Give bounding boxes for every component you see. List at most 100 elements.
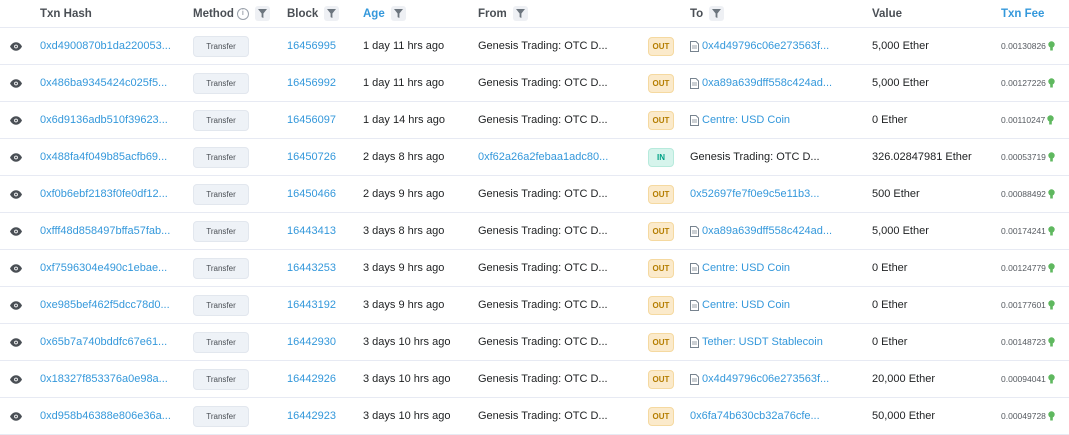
header-txn-fee-label[interactable]: Txn Fee	[1001, 8, 1044, 20]
info-icon[interactable]: i	[236, 7, 249, 20]
filter-icon[interactable]	[512, 6, 528, 21]
txn-fee-cell: 0.00094041	[1001, 361, 1067, 397]
from-address: Genesis Trading: OTC D...	[478, 336, 608, 348]
method-badge: Transfer	[193, 331, 249, 353]
value-text: 500 Ether	[872, 188, 920, 200]
value-text: 0 Ether	[872, 336, 908, 348]
contract-icon	[690, 77, 699, 89]
age-text: 2 days 8 hrs ago	[363, 151, 445, 163]
txn-hash-link[interactable]: 0x18327f853376a0e98a...	[40, 373, 168, 385]
header-age-label[interactable]: Age	[363, 8, 385, 20]
block-link[interactable]: 16456992	[287, 77, 336, 89]
block-link[interactable]: 16442926	[287, 373, 336, 385]
lightbulb-icon	[1048, 374, 1055, 384]
eye-icon[interactable]	[6, 333, 26, 351]
direction-cell: OUT	[643, 361, 679, 397]
txn-hash-cell: 0xfff48d858497bffa57fab...	[40, 213, 180, 249]
age-cell: 1 day 11 hrs ago	[363, 65, 473, 101]
age-text: 3 days 9 hrs ago	[363, 299, 445, 311]
txn-hash-link[interactable]: 0xd4900870b1da220053...	[40, 40, 171, 52]
eye-cell	[4, 250, 28, 286]
block-link[interactable]: 16456097	[287, 114, 336, 126]
block-link[interactable]: 16443413	[287, 225, 336, 237]
eye-icon[interactable]	[6, 111, 26, 129]
to-address[interactable]: 0x4d49796c06e273563f...	[702, 373, 829, 385]
direction-badge: OUT	[648, 73, 674, 93]
block-link[interactable]: 16442930	[287, 336, 336, 348]
from-address: Genesis Trading: OTC D...	[478, 410, 608, 422]
filter-icon[interactable]	[254, 6, 270, 21]
to-address[interactable]: 0xa89a639dff558c424ad...	[702, 77, 832, 89]
to-address[interactable]: Centre: USD Coin	[702, 114, 790, 126]
value-text: 50,000 Ether	[872, 410, 935, 422]
txn-hash-link[interactable]: 0xe985bef462f5dcc78d0...	[40, 299, 170, 311]
direction-badge: OUT	[648, 406, 674, 426]
txn-hash-link[interactable]: 0x6d9136adb510f39623...	[40, 114, 168, 126]
direction-cell: OUT	[643, 102, 679, 138]
filter-icon[interactable]	[390, 6, 406, 21]
to-address[interactable]: 0x52697fe7f0e9c5e11b3...	[690, 188, 819, 200]
to-address[interactable]: 0xa89a639dff558c424ad...	[702, 225, 832, 237]
eye-icon[interactable]	[6, 407, 26, 425]
eye-icon[interactable]	[6, 222, 26, 240]
block-link[interactable]: 16450466	[287, 188, 336, 200]
txn-hash-link[interactable]: 0xd958b46388e806e36a...	[40, 410, 171, 422]
from-cell: Genesis Trading: OTC D...	[478, 102, 618, 138]
eye-cell	[4, 361, 28, 397]
to-address[interactable]: Centre: USD Coin	[702, 299, 790, 311]
age-cell: 2 days 8 hrs ago	[363, 139, 473, 175]
filter-icon[interactable]	[709, 6, 725, 21]
method-cell: Transfer	[193, 398, 273, 434]
eye-icon[interactable]	[6, 296, 26, 314]
age-cell: 3 days 10 hrs ago	[363, 324, 473, 360]
eye-icon[interactable]	[6, 259, 26, 277]
from-address: Genesis Trading: OTC D...	[478, 77, 608, 89]
from-cell: Genesis Trading: OTC D...	[478, 250, 618, 286]
table-row: 0x6d9136adb510f39623... Transfer 16456097 1…	[0, 102, 1069, 139]
age-cell: 3 days 9 hrs ago	[363, 250, 473, 286]
block-link[interactable]: 16442923	[287, 410, 336, 422]
method-badge: Transfer	[193, 257, 249, 279]
block-link[interactable]: 16450726	[287, 151, 336, 163]
to-address[interactable]: Tether: USDT Stablecoin	[702, 336, 823, 348]
txn-hash-link[interactable]: 0x488fa4f049b85acfb69...	[40, 151, 167, 163]
method-cell: Transfer	[193, 102, 273, 138]
txn-hash-link[interactable]: 0xf7596304e490c1ebae...	[40, 262, 167, 274]
from-address[interactable]: 0xf62a26a2febaa1adc80...	[478, 151, 608, 163]
to-address[interactable]: 0x6fa74b630cb32a76cfe...	[690, 410, 820, 422]
direction-badge: OUT	[648, 184, 674, 204]
age-cell: 3 days 8 hrs ago	[363, 213, 473, 249]
direction-badge: OUT	[648, 221, 674, 241]
txn-hash-link[interactable]: 0x65b7a740bddfc67e61...	[40, 336, 167, 348]
to-address[interactable]: 0x4d49796c06e273563f...	[702, 40, 829, 52]
to-address[interactable]: Centre: USD Coin	[702, 262, 790, 274]
txn-hash-link[interactable]: 0x486ba9345424c025f5...	[40, 77, 167, 89]
value-cell: 500 Ether	[872, 176, 992, 212]
from-cell: Genesis Trading: OTC D...	[478, 28, 618, 64]
value-text: 0 Ether	[872, 114, 908, 126]
block-link[interactable]: 16443253	[287, 262, 336, 274]
header-txn-fee[interactable]: Txn Fee	[1001, 0, 1067, 27]
value-cell: 5,000 Ether	[872, 28, 992, 64]
txn-hash-link[interactable]: 0xf0b6ebf2183f0fe0df12...	[40, 188, 168, 200]
eye-icon[interactable]	[6, 37, 26, 55]
txn-hash-cell: 0x486ba9345424c025f5...	[40, 65, 180, 101]
txn-hash-link[interactable]: 0xfff48d858497bffa57fab...	[40, 225, 170, 237]
eye-icon[interactable]	[6, 370, 26, 388]
method-cell: Transfer	[193, 65, 273, 101]
txn-hash-cell: 0x65b7a740bddfc67e61...	[40, 324, 180, 360]
method-cell: Transfer	[193, 250, 273, 286]
from-cell: Genesis Trading: OTC D...	[478, 213, 618, 249]
method-cell: Transfer	[193, 28, 273, 64]
eye-icon[interactable]	[6, 148, 26, 166]
eye-icon[interactable]	[6, 74, 26, 92]
direction-badge: OUT	[648, 369, 674, 389]
header-age[interactable]: Age	[363, 0, 473, 27]
filter-icon[interactable]	[324, 6, 340, 21]
eye-cell	[4, 28, 28, 64]
block-link[interactable]: 16443192	[287, 299, 336, 311]
header-value-label: Value	[872, 7, 903, 20]
block-link[interactable]: 16456995	[287, 40, 336, 52]
lightbulb-icon	[1048, 300, 1055, 310]
eye-icon[interactable]	[6, 185, 26, 203]
